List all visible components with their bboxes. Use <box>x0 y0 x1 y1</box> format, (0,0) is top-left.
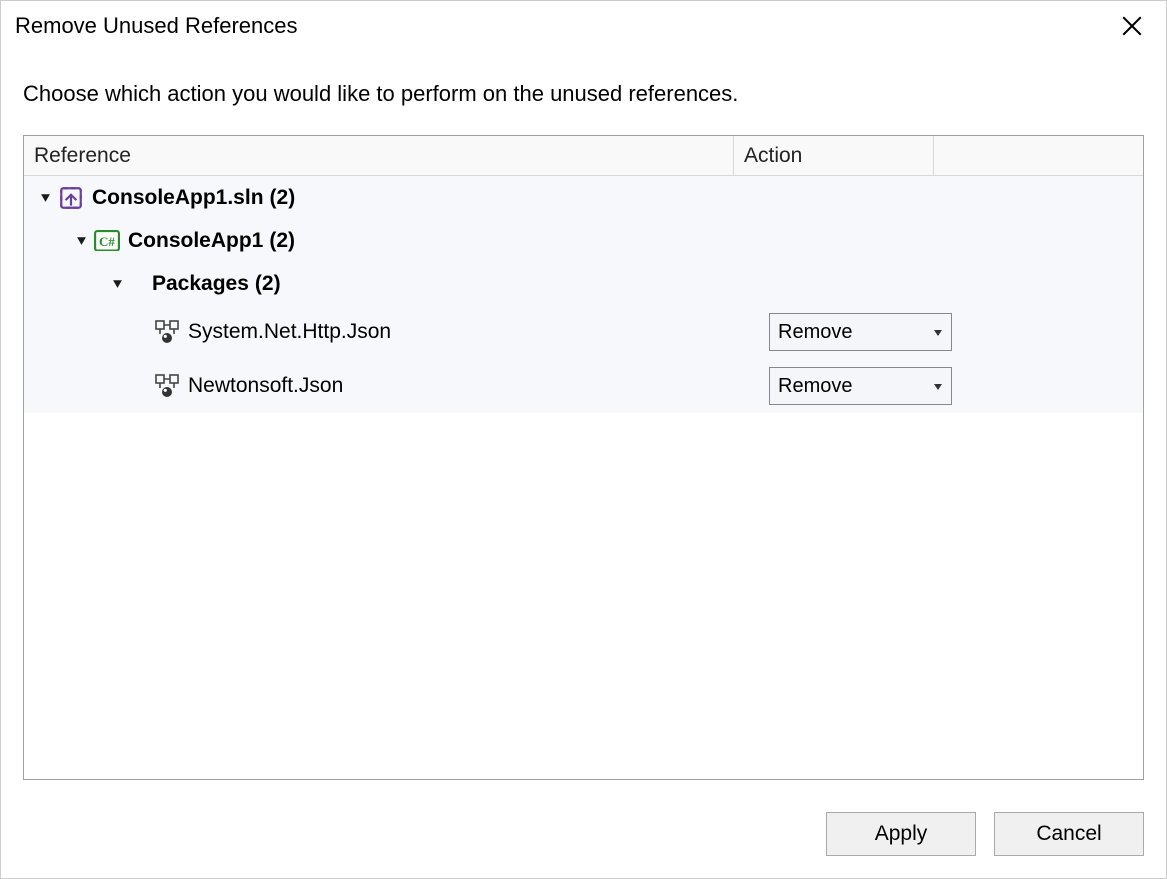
package-icon <box>154 319 180 345</box>
tree-row-packages[interactable]: Packages (2) <box>24 262 1143 305</box>
action-value: Remove <box>778 321 933 344</box>
csharp-project-icon: C# <box>94 228 120 254</box>
action-dropdown[interactable]: Remove <box>769 313 952 351</box>
reference-tree[interactable]: ConsoleApp1.sln (2) C# ConsoleApp1 (2) <box>24 176 1143 779</box>
references-grid: Reference Action ConsoleApp1.sln (2) <box>23 135 1144 780</box>
solution-icon <box>58 185 84 211</box>
grid-header: Reference Action <box>24 136 1143 176</box>
title-bar: Remove Unused References <box>1 1 1166 51</box>
dialog-description: Choose which action you would like to pe… <box>1 51 1166 135</box>
tree-row-project[interactable]: C# ConsoleApp1 (2) <box>24 219 1143 262</box>
tree-row-solution[interactable]: ConsoleApp1.sln (2) <box>24 176 1143 219</box>
dialog-footer: Apply Cancel <box>826 812 1144 856</box>
package-name: Newtonsoft.Json <box>188 374 343 398</box>
spacer-icon <box>130 271 144 297</box>
apply-button[interactable]: Apply <box>826 812 976 856</box>
solution-count: (2) <box>270 186 296 210</box>
tree-row-package[interactable]: System.Net.Http.Json Remove <box>24 305 1143 359</box>
svg-text:C#: C# <box>99 234 115 249</box>
dialog-title: Remove Unused References <box>15 13 297 39</box>
column-header-reference[interactable]: Reference <box>24 144 733 168</box>
action-dropdown[interactable]: Remove <box>769 367 952 405</box>
package-icon <box>154 373 180 399</box>
expander-icon[interactable] <box>74 234 88 248</box>
package-name: System.Net.Http.Json <box>188 320 391 344</box>
packages-label: Packages <box>152 272 249 296</box>
expander-icon[interactable] <box>38 191 52 205</box>
tree-row-package[interactable]: Newtonsoft.Json Remove <box>24 359 1143 413</box>
solution-name: ConsoleApp1.sln <box>92 186 264 210</box>
close-button[interactable] <box>1112 6 1152 46</box>
cancel-button[interactable]: Cancel <box>994 812 1144 856</box>
action-value: Remove <box>778 375 933 398</box>
column-header-action[interactable]: Action <box>733 136 933 175</box>
column-header-spacer <box>933 136 1143 175</box>
packages-count: (2) <box>255 272 281 296</box>
project-count: (2) <box>269 229 295 253</box>
chevron-down-icon <box>933 375 943 398</box>
expander-icon[interactable] <box>110 277 124 291</box>
project-name: ConsoleApp1 <box>128 229 263 253</box>
chevron-down-icon <box>933 321 943 344</box>
close-icon <box>1122 16 1142 36</box>
